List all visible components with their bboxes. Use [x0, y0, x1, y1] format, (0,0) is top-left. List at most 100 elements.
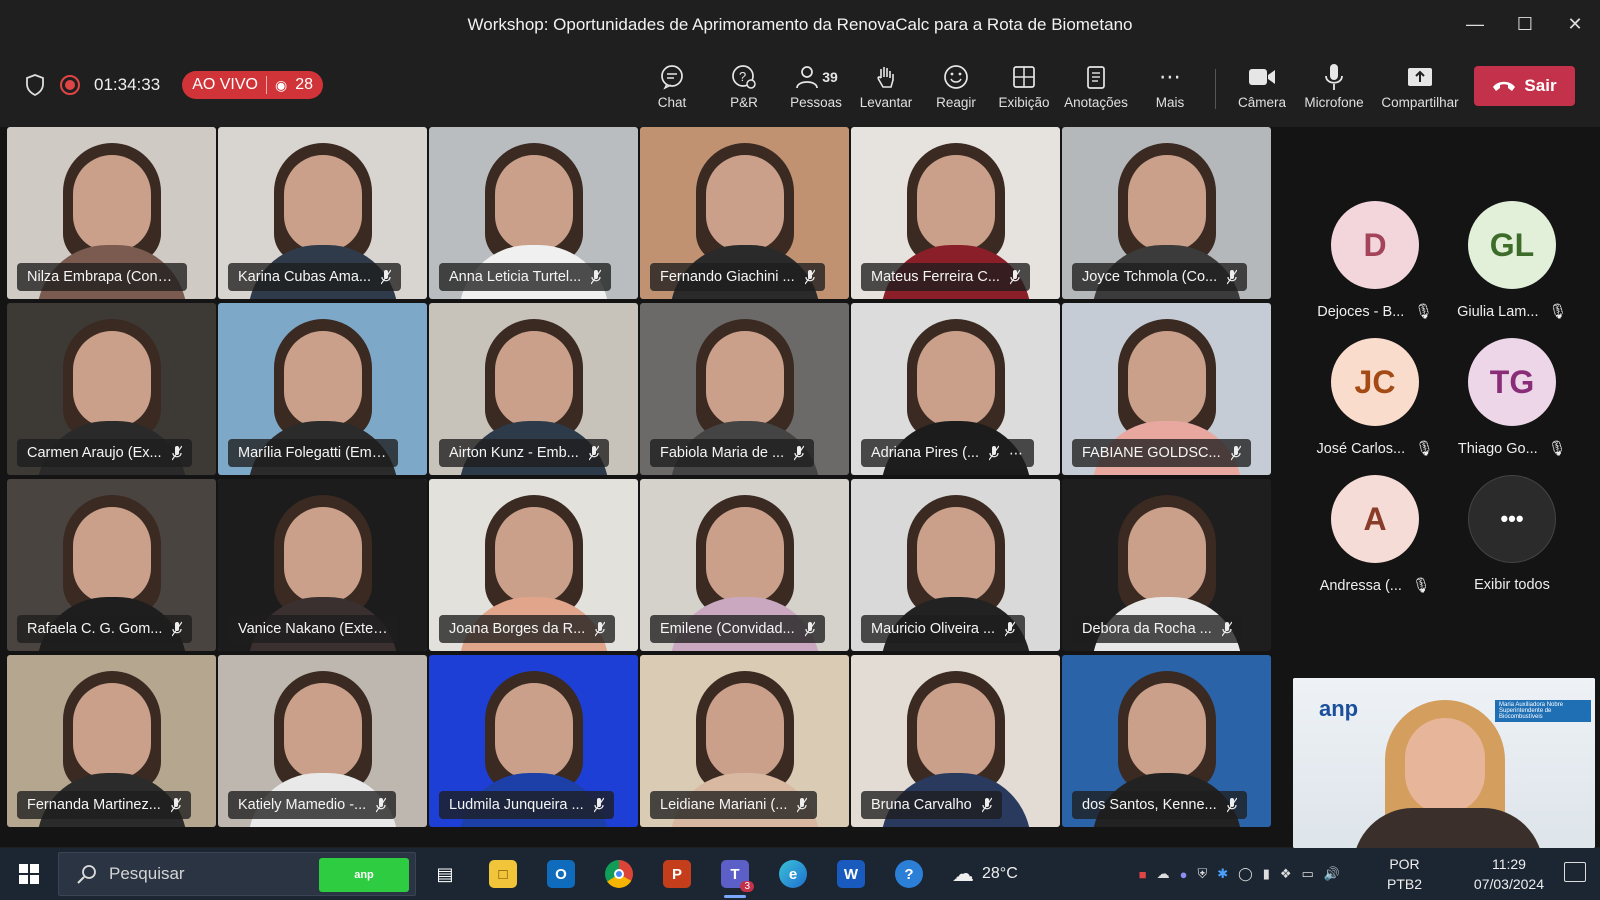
view-button[interactable]: Exibição [988, 61, 1060, 110]
more-button[interactable]: ⋯ Mais [1134, 61, 1206, 110]
word-button[interactable]: W [822, 848, 880, 900]
wifi-icon[interactable]: ❖ [1280, 866, 1292, 882]
participant-name-tag: Joyce Tchmola (Co... [1072, 263, 1248, 291]
qa-button[interactable]: ? P&R [708, 61, 780, 110]
raise-hand-button[interactable]: Levantar [850, 61, 922, 110]
participant-tile[interactable]: Nilza Embrapa (Convid... [7, 127, 216, 299]
chat-icon [659, 61, 685, 93]
chrome-button[interactable] [590, 848, 648, 900]
avatar-tile[interactable]: D Dejoces - B... 🎙 [1306, 201, 1444, 331]
teams-tray-icon[interactable]: ● [1180, 867, 1188, 882]
notes-button[interactable]: Anotações [1060, 61, 1132, 110]
people-button[interactable]: 39 Pessoas [780, 61, 852, 110]
task-view-icon: ▤ [436, 863, 454, 884]
bluetooth-icon[interactable]: ✱ [1217, 866, 1228, 882]
participant-tile[interactable]: Fernando Giachini ... [640, 127, 849, 299]
participant-tile[interactable]: Ludmila Junqueira ... [429, 655, 638, 827]
share-button[interactable]: Compartilhar [1380, 61, 1460, 110]
notification-icon[interactable] [1564, 862, 1586, 882]
maximize-button[interactable]: ☐ [1500, 0, 1550, 49]
participant-name: Mauricio Oliveira ... [871, 621, 996, 637]
teams-button[interactable]: T3 [706, 848, 764, 900]
defender-icon[interactable]: ◯ [1238, 866, 1253, 882]
participant-tile[interactable]: Karina Cubas Ama... [218, 127, 427, 299]
participant-tile[interactable]: dos Santos, Kenne... [1062, 655, 1271, 827]
participant-name: Mateus Ferreira C... [871, 269, 1000, 285]
participant-tile[interactable]: Carmen Araujo (Ex... [7, 303, 216, 475]
avatar-tile[interactable]: GL Giulia Lam... 🎙 [1443, 201, 1581, 331]
participant-name-tag: Fabiola Maria de ... [650, 439, 815, 467]
participant-tile[interactable]: Anna Leticia Turtel... [429, 127, 638, 299]
battery-icon[interactable]: ▭ [1302, 866, 1314, 882]
volume-icon[interactable]: 🔊 [1324, 866, 1340, 882]
avatar-initials: GL [1489, 226, 1535, 263]
search-icon [77, 865, 96, 884]
participant-tile[interactable]: Bruna Carvalho [851, 655, 1060, 827]
view-icon [1011, 61, 1037, 93]
task-view-button[interactable]: ▤ [416, 848, 474, 900]
show-all-button[interactable]: ••• Exibir todos [1443, 475, 1581, 605]
help-button[interactable]: ? [880, 848, 938, 900]
system-tray: ■ ☁ ● ⛨ ✱ ◯ ▮ ❖ ▭ 🔊 [1139, 848, 1340, 900]
start-button[interactable] [0, 848, 58, 900]
participant-name-tag: Carmen Araujo (Ex... [17, 439, 192, 467]
participant-tile[interactable]: Debora da Rocha ... [1062, 479, 1271, 651]
participant-tile[interactable]: Joana Borges da R... [429, 479, 638, 651]
participant-name: Katiely Mamedio -... [238, 797, 367, 813]
participant-face [73, 331, 151, 427]
more-options-icon[interactable]: ⋯ [1009, 445, 1024, 462]
participant-face [495, 331, 573, 427]
participant-tile[interactable]: Vanice Nakano (Externo) [218, 479, 427, 651]
minimize-button[interactable]: — [1450, 0, 1500, 49]
usb-icon[interactable]: ▮ [1263, 866, 1270, 882]
shield-icon[interactable] [24, 73, 46, 97]
edge-button[interactable]: e [764, 848, 822, 900]
participant-name: Leidiane Mariani (... [660, 797, 788, 813]
react-button[interactable]: Reagir [920, 61, 992, 110]
avatar-tile[interactable]: A Andressa (... 🎙 [1306, 475, 1444, 605]
mic-off-icon [1009, 269, 1020, 285]
participant-name: Rafaela C. G. Gom... [27, 621, 163, 637]
participant-tile[interactable]: Rafaela C. G. Gom... [7, 479, 216, 651]
participant-name-tag: Airton Kunz - Emb... [439, 439, 609, 467]
cloud-icon: ☁ [952, 861, 974, 886]
speaker-video[interactable]: anp Maria Auxiliadora Nobre Superintende… [1293, 678, 1595, 848]
leave-button[interactable]: Sair [1474, 66, 1575, 106]
participant-tile[interactable]: Fernanda Martinez... [7, 655, 216, 827]
app-tray-icon[interactable]: ■ [1139, 867, 1147, 882]
notes-icon [1083, 61, 1109, 93]
participant-tile[interactable]: Leidiane Mariani (... [640, 655, 849, 827]
participant-tile[interactable]: Emilene (Convidad... [640, 479, 849, 651]
window-controls: — ☐ ✕ [1450, 0, 1600, 49]
security-icon[interactable]: ⛨ [1197, 866, 1207, 882]
participant-tile[interactable]: Katiely Mamedio -... [218, 655, 427, 827]
participant-tile[interactable]: Joyce Tchmola (Co... [1062, 127, 1271, 299]
close-button[interactable]: ✕ [1550, 0, 1600, 49]
file-explorer-button[interactable]: □ [474, 848, 532, 900]
taskbar-search[interactable]: Pesquisar anp [58, 852, 416, 896]
weather-widget[interactable]: ☁ 28°C [952, 861, 1018, 887]
participant-tile[interactable]: Adriana Pires (... ⋯ [851, 303, 1060, 475]
chat-button[interactable]: Chat [636, 61, 708, 110]
input-language[interactable]: POR PTB2 [1387, 854, 1422, 894]
meeting-status: 01:34:33 AO VIVO ◉ 28 [24, 71, 323, 99]
participant-tile[interactable]: Mauricio Oliveira ... [851, 479, 1060, 651]
live-badge[interactable]: AO VIVO ◉ 28 [182, 71, 323, 99]
powerpoint-button[interactable]: P [648, 848, 706, 900]
onedrive-icon[interactable]: ☁ [1157, 866, 1170, 882]
avatar-tile[interactable]: JC José Carlos... 🎙 [1306, 338, 1444, 468]
avatar-tile[interactable]: TG Thiago Go... 🎙 [1443, 338, 1581, 468]
taskbar-clock[interactable]: 11:29 07/03/2024 [1474, 854, 1544, 894]
outlook-button[interactable]: O [532, 848, 590, 900]
participant-tile[interactable]: Marília Folegatti (Embr... [218, 303, 427, 475]
microphone-button[interactable]: Microfone [1298, 61, 1370, 110]
microphone-icon [1324, 61, 1344, 93]
qa-label: P&R [730, 95, 758, 110]
participant-tile[interactable]: Fabiola Maria de ... [640, 303, 849, 475]
participant-tile[interactable]: Mateus Ferreira C... [851, 127, 1060, 299]
participant-name: Vanice Nakano (Externo) [238, 621, 388, 637]
camera-button[interactable]: Câmera [1226, 61, 1298, 110]
search-highlight-image[interactable]: anp [319, 858, 409, 892]
participant-tile[interactable]: Airton Kunz - Emb... [429, 303, 638, 475]
participant-tile[interactable]: FABIANE GOLDSC... [1062, 303, 1271, 475]
